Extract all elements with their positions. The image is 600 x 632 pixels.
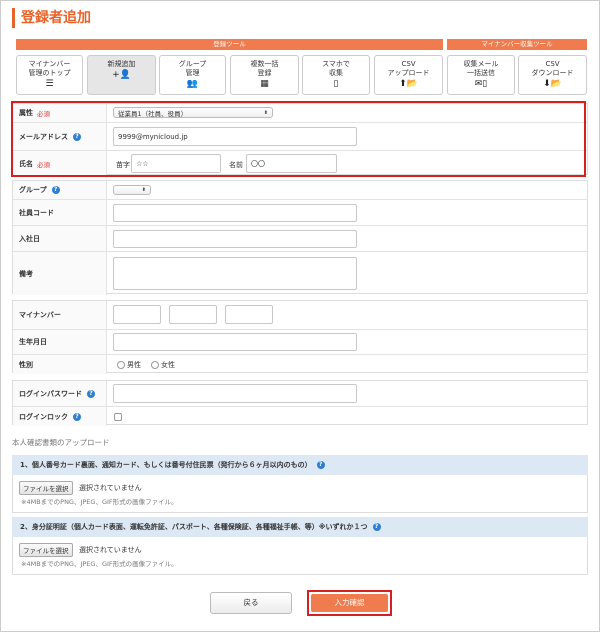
- female-radio[interactable]: [151, 361, 159, 369]
- button-label-line2: 登録: [257, 69, 272, 77]
- group-row: グループ? ⬍: [13, 181, 587, 199]
- birth-date-field[interactable]: [113, 333, 357, 351]
- confirm-input-button[interactable]: 入力確認: [311, 594, 388, 612]
- smartphone-collect-button[interactable]: スマホで 収集 ▯: [302, 55, 370, 95]
- hire-date-row: 入社日: [13, 225, 587, 251]
- button-label-line2: 一括送信: [467, 69, 495, 77]
- chevron-updown-icon: ⬍: [141, 187, 146, 193]
- download-folder-icon: ⬇📂: [543, 79, 562, 89]
- button-label-line1: 複数一括: [250, 60, 279, 68]
- users-icon: 👥: [186, 79, 199, 89]
- file-note-2: ※4MBまでのPNG、JPEG、GIF形式の画像ファイル。: [21, 560, 178, 568]
- help-icon[interactable]: ?: [372, 523, 381, 531]
- file-status-1: 選択されていません: [79, 484, 142, 492]
- toolbar-group-registration-title: 登録ツール: [16, 39, 443, 50]
- mynumber-section: マイナンバー 生年月日 性別 男性 女性: [12, 300, 588, 374]
- button-label-line1: 新規追加: [107, 60, 136, 68]
- upload-1-title: 1、個人番号カード裏面、通知カード、もしくは番号付住民票（発行から６ヶ月以内のも…: [20, 461, 312, 469]
- hire-date-field[interactable]: [113, 230, 357, 248]
- mynumber-field-3[interactable]: [225, 305, 273, 324]
- button-label-line2: ダウンロード: [531, 69, 574, 77]
- button-label-line2: 管理のトップ: [28, 69, 71, 77]
- list-icon: ☰: [45, 79, 54, 89]
- mynumber-label: マイナンバー: [13, 301, 107, 329]
- gender-female-option[interactable]: 女性: [151, 360, 175, 370]
- spreadsheet-icon: ▦: [260, 79, 269, 89]
- smartphone-icon: ▯: [333, 79, 339, 89]
- csv-upload-button[interactable]: CSV アップロード ⬆📂: [374, 55, 443, 95]
- button-label-line2: 収集: [329, 69, 343, 77]
- login-lock-row: ログインロック?: [13, 406, 587, 426]
- confirm-button-highlight: 入力確認: [307, 590, 392, 616]
- group-manage-button[interactable]: グループ 管理 👥: [159, 55, 226, 95]
- file-note-1: ※4MBまでのPNG、JPEG、GIF形式の画像ファイル。: [21, 498, 178, 506]
- help-icon[interactable]: ?: [51, 186, 60, 194]
- group-select[interactable]: ⬍: [113, 185, 151, 195]
- mynumber-field-2[interactable]: [169, 305, 217, 324]
- employee-code-field[interactable]: [113, 204, 357, 222]
- upload-2-title: 2、身分証明証（個人カード表面、運転免許証、パスポート、各種保険証、各種福祉手帳…: [20, 523, 368, 531]
- remarks-row: 備考: [13, 251, 587, 295]
- upload-1-header: 1、個人番号カード裏面、通知カード、もしくは番号付住民票（発行から６ヶ月以内のも…: [12, 455, 588, 475]
- file-status-2: 選択されていません: [79, 546, 142, 554]
- employee-code-label: 社員コード: [13, 200, 107, 225]
- upload-2-header: 2、身分証明証（個人カード表面、運転免許証、パスポート、各種保険証、各種福祉手帳…: [12, 517, 588, 537]
- page-title: 登録者追加: [12, 8, 91, 28]
- button-label-line1: マイナンバー: [28, 60, 71, 68]
- login-password-field[interactable]: [113, 384, 357, 403]
- remarks-textarea[interactable]: [113, 257, 357, 290]
- upload-section-title: 本人確認書類のアップロード: [12, 438, 110, 447]
- male-radio[interactable]: [117, 361, 125, 369]
- login-lock-label: ログインロック?: [13, 407, 107, 426]
- gender-male-option[interactable]: 男性: [117, 360, 141, 370]
- upload-folder-icon: ⬆📂: [399, 79, 418, 89]
- required-fields-highlight: [11, 101, 586, 177]
- login-password-label: ログインパスワード?: [13, 381, 107, 406]
- birth-date-label: 生年月日: [13, 330, 107, 354]
- button-label-line1: 収集メール: [463, 60, 499, 68]
- login-lock-checkbox[interactable]: [114, 413, 122, 421]
- upload-2-body: ファイルを選択 選択されていません ※4MBまでのPNG、JPEG、GIF形式の…: [12, 537, 588, 575]
- button-label-line1: CSV: [401, 60, 416, 68]
- choose-file-button-1[interactable]: ファイルを選択: [19, 481, 73, 495]
- choose-file-button-2[interactable]: ファイルを選択: [19, 543, 73, 557]
- hire-date-label: 入社日: [13, 226, 107, 251]
- button-label-line1: スマホで: [322, 60, 350, 68]
- toolbar-group-collection-title: マイナンバー収集ツール: [447, 39, 587, 50]
- mynumber-field-1[interactable]: [113, 305, 161, 324]
- employee-code-row: 社員コード: [13, 199, 587, 225]
- mynumber-top-button[interactable]: マイナンバー 管理のトップ ☰: [16, 55, 83, 95]
- back-button[interactable]: 戻る: [210, 592, 292, 614]
- login-section: ログインパスワード? ログインロック?: [12, 380, 588, 426]
- remarks-label: 備考: [13, 252, 107, 295]
- button-label-line1: CSV: [545, 60, 560, 68]
- bulk-mail-send-button[interactable]: 収集メール 一括送信 ✉▯: [447, 55, 515, 95]
- bulk-register-button[interactable]: 複数一括 登録 ▦: [230, 55, 299, 95]
- optional-fields-section: グループ? ⬍ 社員コード 入社日 備考: [12, 180, 588, 295]
- help-icon[interactable]: ?: [316, 461, 325, 469]
- login-password-row: ログインパスワード?: [13, 381, 587, 406]
- gender-row: 性別 男性 女性: [13, 354, 587, 374]
- help-icon[interactable]: ?: [87, 389, 95, 398]
- help-icon[interactable]: ?: [73, 412, 81, 421]
- csv-download-button[interactable]: CSV ダウンロード ⬇📂: [518, 55, 587, 95]
- button-label-line2: 管理: [185, 69, 200, 77]
- birth-date-row: 生年月日: [13, 329, 587, 354]
- new-add-button[interactable]: 新規追加 +👤: [87, 55, 156, 95]
- button-label-line2: アップロード: [387, 69, 430, 77]
- upload-1-body: ファイルを選択 選択されていません ※4MBまでのPNG、JPEG、GIF形式の…: [12, 475, 588, 513]
- add-user-icon: +👤: [112, 70, 131, 80]
- button-label-line1: グループ: [178, 60, 207, 68]
- mynumber-row: マイナンバー: [13, 301, 587, 329]
- group-label: グループ?: [13, 181, 107, 199]
- mail-phone-icon: ✉▯: [474, 79, 488, 89]
- gender-label: 性別: [13, 355, 107, 374]
